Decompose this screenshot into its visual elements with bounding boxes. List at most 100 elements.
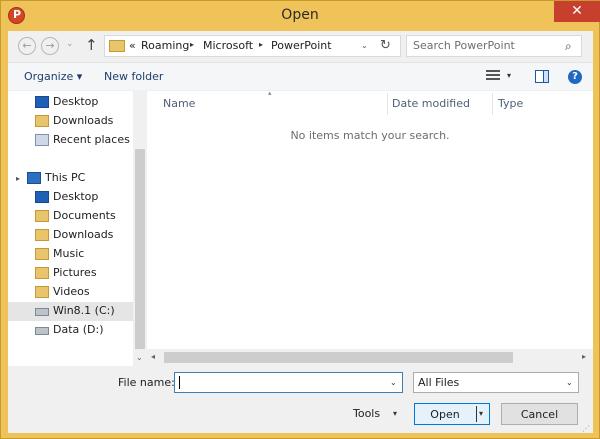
chevron-down-icon[interactable]: ⌄ xyxy=(361,41,368,50)
recent-places-icon xyxy=(35,134,49,146)
navigation-bar: ← → ⌄ ↑ « Roaming ▸ Microsoft ▸ PowerPoi… xyxy=(8,31,593,61)
scroll-right-icon[interactable]: ▸ xyxy=(582,352,586,361)
chevron-down-icon[interactable]: ⌄ xyxy=(566,378,573,387)
videos-icon xyxy=(35,286,49,298)
column-header-type[interactable]: Type xyxy=(498,97,523,110)
open-label: Open xyxy=(430,408,460,421)
empty-list-message: No items match your search. xyxy=(290,129,450,142)
tools-label: Tools xyxy=(353,407,381,420)
forward-button[interactable]: → xyxy=(41,37,59,55)
search-icon[interactable]: ⌕ xyxy=(565,39,572,54)
organize-button[interactable]: Organize ▾ xyxy=(24,70,82,83)
folder-icon xyxy=(109,40,125,52)
recent-locations-dropdown[interactable]: ⌄ xyxy=(66,39,74,49)
tools-button[interactable]: Tools ▾ xyxy=(343,403,403,425)
window-title: Open xyxy=(281,7,319,23)
address-bar[interactable]: « Roaming ▸ Microsoft ▸ PowerPoint ⌄ ↻ xyxy=(104,35,401,57)
chevron-down-icon[interactable]: ▾ xyxy=(507,71,511,80)
close-button[interactable]: ✕ xyxy=(554,1,600,22)
new-folder-button[interactable]: New folder xyxy=(104,70,163,83)
music-icon xyxy=(35,248,49,260)
nav-item-documents[interactable]: Documents xyxy=(8,207,133,226)
address-overflow[interactable]: « xyxy=(129,39,136,52)
scrollbar-thumb[interactable] xyxy=(164,352,513,363)
scroll-left-icon[interactable]: ◂ xyxy=(151,352,155,361)
search-input[interactable]: Search PowerPoint ⌕ xyxy=(406,35,582,57)
nav-item-label: Win8.1 (C:) xyxy=(53,304,115,317)
split-divider xyxy=(476,406,477,422)
column-header-date-modified[interactable]: Date modified xyxy=(392,97,470,110)
file-type-value: All Files xyxy=(418,376,460,389)
navigation-pane: Desktop Downloads Recent places ▸ This P… xyxy=(8,91,147,366)
file-list[interactable]: ▴ Name Date modified Type No items match… xyxy=(147,89,593,366)
open-dialog: Open ✕ ← → ⌄ ↑ « Roaming ▸ Microsoft ▸ P… xyxy=(0,0,600,439)
pictures-icon xyxy=(35,267,49,279)
open-button[interactable]: Open ▾ xyxy=(414,403,490,425)
nav-item-label: Desktop xyxy=(53,190,99,203)
nav-item-desktop-pc[interactable]: Desktop xyxy=(8,188,133,207)
command-bar: Organize ▾ New folder ▾ ? xyxy=(8,62,593,90)
chevron-down-icon[interactable]: ⌄ xyxy=(390,378,397,387)
nav-item-label: Downloads xyxy=(53,114,114,127)
nav-pane-scrollbar[interactable]: ⌄ xyxy=(133,91,147,366)
breadcrumb-separator[interactable]: ▸ xyxy=(190,40,194,49)
help-icon[interactable]: ? xyxy=(568,70,582,84)
nav-item-label: Data (D:) xyxy=(53,323,104,336)
nav-item-music[interactable]: Music xyxy=(8,245,133,264)
up-button[interactable]: ↑ xyxy=(85,36,98,54)
folder-icon xyxy=(35,229,49,241)
text-caret xyxy=(179,376,180,389)
search-placeholder: Search PowerPoint xyxy=(413,39,515,52)
column-divider[interactable] xyxy=(492,93,493,115)
chevron-down-icon[interactable]: ▾ xyxy=(393,409,397,418)
file-type-select[interactable]: All Files ⌄ xyxy=(413,372,579,393)
cancel-label: Cancel xyxy=(520,408,559,421)
breadcrumb-microsoft[interactable]: Microsoft xyxy=(203,39,253,52)
folder-icon xyxy=(35,210,49,222)
breadcrumb-roaming[interactable]: Roaming xyxy=(141,39,189,52)
expand-icon[interactable]: ▸ xyxy=(16,174,20,183)
computer-icon xyxy=(27,172,41,184)
nav-item-pictures[interactable]: Pictures xyxy=(8,264,133,283)
nav-item-label: Desktop xyxy=(53,95,99,108)
nav-item-desktop[interactable]: Desktop xyxy=(8,93,133,112)
preview-pane-icon[interactable] xyxy=(535,70,549,83)
cancel-button[interactable]: Cancel xyxy=(501,403,578,425)
nav-item-label: Documents xyxy=(53,209,116,222)
nav-item-drive-d[interactable]: Data (D:) xyxy=(8,321,133,340)
nav-item-downloads-pc[interactable]: Downloads xyxy=(8,226,133,245)
column-header-name[interactable]: Name xyxy=(163,97,195,110)
dialog-footer: File name: ⌄ All Files ⌄ Tools ▾ Open ▾ … xyxy=(8,366,593,433)
nav-item-label: Videos xyxy=(53,285,90,298)
dialog-client: ← → ⌄ ↑ « Roaming ▸ Microsoft ▸ PowerPoi… xyxy=(8,31,593,433)
nav-item-this-pc[interactable]: ▸ This PC xyxy=(8,169,133,188)
file-name-input[interactable]: ⌄ xyxy=(174,372,403,393)
resize-grip-icon[interactable]: ⋰ xyxy=(582,424,590,433)
scroll-down-icon[interactable]: ⌄ xyxy=(136,353,143,362)
back-button[interactable]: ← xyxy=(18,37,36,55)
file-name-label: File name: xyxy=(118,376,175,389)
nav-item-label: Pictures xyxy=(53,266,97,279)
change-view-icon[interactable] xyxy=(486,70,500,82)
file-list-horizontal-scrollbar[interactable]: ◂ ▸ xyxy=(147,349,593,366)
nav-item-videos[interactable]: Videos xyxy=(8,283,133,302)
nav-item-recent-places[interactable]: Recent places xyxy=(8,131,133,150)
desktop-icon xyxy=(35,96,49,108)
sort-ascending-icon: ▴ xyxy=(268,89,272,97)
breadcrumb-powerpoint[interactable]: PowerPoint xyxy=(271,39,332,52)
nav-item-label: Music xyxy=(53,247,85,260)
column-divider[interactable] xyxy=(387,93,388,115)
desktop-folder-icon xyxy=(35,191,49,203)
nav-item-label: This PC xyxy=(45,171,86,184)
nav-item-downloads[interactable]: Downloads xyxy=(8,112,133,131)
nav-item-label: Downloads xyxy=(53,228,114,241)
breadcrumb-separator[interactable]: ▸ xyxy=(259,40,263,49)
nav-item-label: Recent places xyxy=(53,133,130,146)
open-options-dropdown[interactable]: ▾ xyxy=(479,409,483,418)
folder-icon xyxy=(35,115,49,127)
drive-icon xyxy=(35,308,49,316)
refresh-icon[interactable]: ↻ xyxy=(380,38,391,53)
scrollbar-thumb[interactable] xyxy=(135,149,145,349)
title-bar[interactable]: Open ✕ xyxy=(1,1,600,31)
nav-item-drive-c[interactable]: Win8.1 (C:) xyxy=(8,302,133,321)
